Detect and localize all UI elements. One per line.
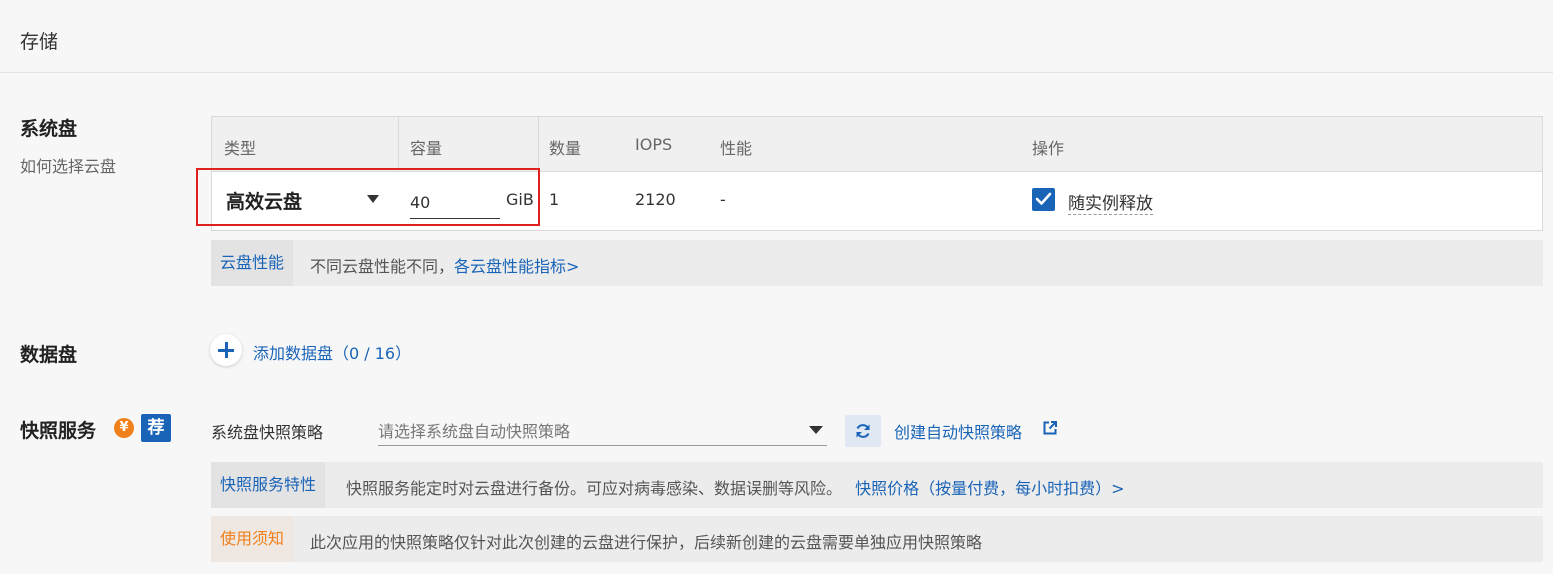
system-disk-title: 系统盘	[20, 118, 78, 140]
snapshot-feature-info: 快照服务特性 快照服务能定时对云盘进行备份。可应对病毒感染、数据误删等风险。 快…	[211, 462, 1543, 508]
release-with-instance-checkbox[interactable]	[1032, 188, 1055, 211]
yen-icon: ¥	[114, 418, 134, 438]
column-header-iops: IOPS	[635, 135, 673, 154]
snapshot-policy-select[interactable]: 请选择系统盘自动快照策略	[378, 412, 827, 446]
external-link-icon[interactable]	[1042, 420, 1058, 436]
chevron-down-icon[interactable]	[367, 195, 379, 203]
column-header-capacity: 容量	[410, 139, 443, 158]
storage-section-header: 存储	[0, 0, 1553, 73]
recommend-badge: 荐	[141, 414, 171, 442]
snapshot-feature-text: 快照服务能定时对云盘进行备份。可应对病毒感染、数据误删等风险。	[346, 479, 843, 498]
snapshot-policy-label: 系统盘快照策略	[211, 423, 324, 442]
quantity-value: 1	[549, 190, 560, 209]
disk-performance-info: 云盘性能 不同云盘性能不同，各云盘性能指标>	[211, 240, 1543, 286]
add-icon[interactable]	[210, 334, 242, 366]
column-header-performance: 性能	[720, 139, 753, 158]
snapshot-notice-info: 使用须知 此次应用的快照策略仅针对此次创建的云盘进行保护，后续新创建的云盘需要单…	[211, 516, 1543, 562]
table-header: 类型 容量 数量 IOPS 性能 操作	[212, 117, 1542, 172]
data-disk-title: 数据盘	[20, 344, 78, 366]
chevron-down-icon[interactable]	[809, 426, 823, 434]
info-text: 快照服务能定时对云盘进行备份。可应对病毒感染、数据误删等风险。 快照价格（按量付…	[346, 475, 1125, 499]
info-tag-usage-notice: 使用须知	[211, 516, 294, 562]
snapshot-notice-text: 此次应用的快照策略仅针对此次创建的云盘进行保护，后续新创建的云盘需要单独应用快照…	[310, 533, 983, 552]
capacity-input[interactable]	[410, 187, 500, 219]
add-data-disk-button[interactable]: 添加数据盘（0 / 16）	[253, 340, 411, 364]
checkmark-icon	[1035, 192, 1052, 205]
disk-type-select[interactable]: 高效云盘	[226, 187, 302, 214]
performance-value: -	[720, 190, 726, 209]
refresh-icon	[856, 424, 870, 438]
release-with-instance-label[interactable]: 随实例释放	[1068, 189, 1153, 215]
section-title: 存储	[20, 31, 59, 53]
column-header-actions: 操作	[1032, 139, 1065, 158]
snapshot-price-link[interactable]: 快照价格（按量付费，每小时扣费）>	[855, 479, 1124, 498]
capacity-unit: GiB	[506, 190, 534, 209]
column-divider	[538, 117, 539, 172]
info-tag-snapshot-feature: 快照服务特性	[211, 462, 326, 508]
disk-performance-text: 不同云盘性能不同，	[310, 257, 455, 276]
snapshot-policy-placeholder: 请选择系统盘自动快照策略	[378, 422, 571, 441]
disk-performance-metrics-link[interactable]: 各云盘性能指标>	[454, 257, 579, 276]
info-text: 不同云盘性能不同，各云盘性能指标>	[310, 253, 579, 277]
system-disk-table: 类型 容量 数量 IOPS 性能 操作 高效云盘 GiB 1 2120 - 随实…	[211, 116, 1543, 231]
column-header-quantity: 数量	[549, 139, 582, 158]
info-tag-disk-performance: 云盘性能	[211, 240, 294, 286]
create-auto-snapshot-policy-link[interactable]: 创建自动快照策略	[894, 419, 1022, 443]
column-header-type: 类型	[224, 139, 257, 158]
column-divider	[398, 117, 399, 172]
snapshot-service-title: 快照服务	[20, 420, 97, 442]
how-to-choose-disk-link[interactable]: 如何选择云盘	[20, 153, 116, 177]
refresh-button[interactable]	[845, 415, 881, 447]
iops-value: 2120	[635, 190, 676, 209]
